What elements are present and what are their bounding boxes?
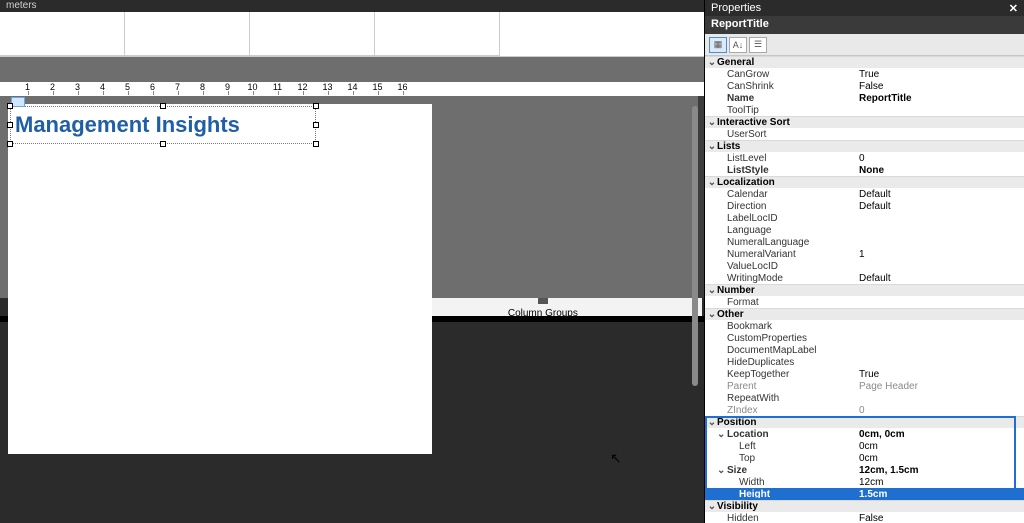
param-cell[interactable] — [250, 12, 375, 56]
param-cell[interactable] — [0, 12, 125, 56]
property-grid[interactable]: ⌄GeneralCanGrowTrueCanShrinkFalseNameRep… — [705, 56, 1024, 523]
property-row[interactable]: ZIndex0 — [705, 404, 1024, 416]
resize-handle[interactable] — [7, 141, 13, 147]
property-row[interactable]: WritingModeDefault — [705, 272, 1024, 284]
property-category[interactable]: ⌄Position — [705, 416, 1024, 428]
property-row-expandable[interactable]: ⌄Location0cm, 0cm — [705, 428, 1024, 440]
property-grid-wrap: ⌄GeneralCanGrowTrueCanShrinkFalseNameRep… — [705, 56, 1024, 523]
ruler-wrap: 12345678910111213141516 — [0, 57, 704, 96]
property-row[interactable]: UserSort — [705, 128, 1024, 140]
property-row[interactable]: KeepTogetherTrue — [705, 368, 1024, 380]
report-title-text[interactable]: Management Insights — [15, 112, 240, 138]
param-cell[interactable] — [375, 12, 500, 56]
alphabetical-button[interactable]: A↓ — [729, 37, 747, 53]
property-row[interactable]: ValueLocID — [705, 260, 1024, 272]
canvas[interactable]: Management Insights ↖ — [0, 96, 704, 298]
property-row[interactable]: Left0cm — [705, 440, 1024, 452]
property-row[interactable]: Width12cm — [705, 476, 1024, 488]
resize-handle[interactable] — [160, 103, 166, 109]
property-category[interactable]: ⌄Other — [705, 308, 1024, 320]
close-icon[interactable]: ✕ — [1009, 2, 1018, 15]
property-row[interactable]: CalendarDefault — [705, 188, 1024, 200]
resize-handle[interactable] — [7, 122, 13, 128]
property-row[interactable]: ParentPage Header — [705, 380, 1024, 392]
property-category[interactable]: ⌄Lists — [705, 140, 1024, 152]
resize-handle[interactable] — [313, 122, 319, 128]
property-category[interactable]: ⌄Number — [705, 284, 1024, 296]
property-row[interactable]: Height1.5cm — [705, 488, 1024, 500]
cursor-icon: ↖ — [610, 450, 622, 467]
resize-handle[interactable] — [7, 103, 13, 109]
resize-handle[interactable] — [313, 141, 319, 147]
param-cell[interactable] — [125, 12, 250, 56]
splitter[interactable] — [698, 96, 704, 298]
property-row[interactable]: NumeralVariant1 — [705, 248, 1024, 260]
property-row[interactable]: LabelLocID — [705, 212, 1024, 224]
properties-panel: Properties ✕ ReportTitle ▦ A↓ ☰ ⌄General… — [704, 0, 1024, 523]
property-row[interactable]: NumeralLanguage — [705, 236, 1024, 248]
property-row[interactable]: Bookmark — [705, 320, 1024, 332]
property-row[interactable]: CanShrinkFalse — [705, 80, 1024, 92]
property-row[interactable]: CanGrowTrue — [705, 68, 1024, 80]
property-category[interactable]: ⌄Visibility — [705, 500, 1024, 512]
property-row[interactable]: DirectionDefault — [705, 200, 1024, 212]
parameter-cells[interactable] — [0, 12, 704, 57]
selection-tag-icon[interactable] — [11, 97, 25, 107]
parameters-label: meters — [6, 0, 37, 11]
property-category[interactable]: ⌄General — [705, 56, 1024, 68]
property-pages-button[interactable]: ☰ — [749, 37, 767, 53]
categorized-button[interactable]: ▦ — [709, 37, 727, 53]
property-row[interactable]: Format — [705, 296, 1024, 308]
parameters-bar: meters — [0, 0, 704, 12]
property-row[interactable]: ToolTip — [705, 104, 1024, 116]
property-row[interactable]: CustomProperties — [705, 332, 1024, 344]
app-root: meters 12345678910111213141516 Managemen… — [0, 0, 1024, 523]
horizontal-ruler[interactable]: 12345678910111213141516 — [0, 82, 704, 96]
property-row[interactable]: NameReportTitle — [705, 92, 1024, 104]
property-row[interactable]: Language — [705, 224, 1024, 236]
properties-toolbar: ▦ A↓ ☰ — [705, 34, 1024, 56]
property-row[interactable]: HideDuplicates — [705, 356, 1024, 368]
property-row[interactable]: DocumentMapLabel — [705, 344, 1024, 356]
selected-object-name[interactable]: ReportTitle — [705, 16, 1024, 34]
properties-header: Properties ✕ — [705, 0, 1024, 16]
property-row[interactable]: ListLevel0 — [705, 152, 1024, 164]
report-title-textbox[interactable]: Management Insights — [10, 106, 316, 144]
property-category[interactable]: ⌄Interactive Sort — [705, 116, 1024, 128]
property-row[interactable]: HiddenFalse — [705, 512, 1024, 523]
properties-title: Properties — [711, 2, 761, 14]
property-category[interactable]: ⌄Localization — [705, 176, 1024, 188]
design-area: meters 12345678910111213141516 Managemen… — [0, 0, 704, 523]
resize-handle[interactable] — [313, 103, 319, 109]
property-row-expandable[interactable]: ⌄Size12cm, 1.5cm — [705, 464, 1024, 476]
resize-handle[interactable] — [160, 141, 166, 147]
property-row[interactable]: ListStyleNone — [705, 164, 1024, 176]
report-page[interactable]: Management Insights — [8, 104, 432, 454]
property-row[interactable]: RepeatWith — [705, 392, 1024, 404]
property-row[interactable]: Top0cm — [705, 452, 1024, 464]
